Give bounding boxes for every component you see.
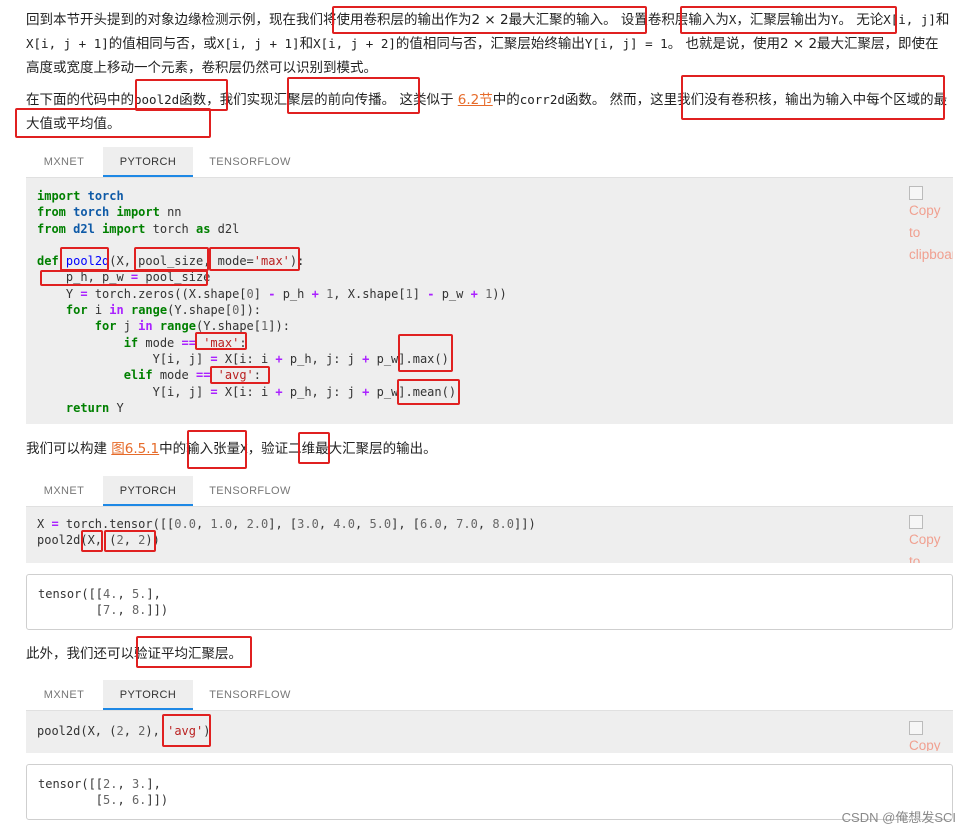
- code-pool2d: import torch from torch import nn from d…: [37, 189, 507, 415]
- copy-button[interactable]: Copy to clipboard: [909, 721, 953, 751]
- broken-image-icon: [909, 515, 923, 529]
- tab-tensorflow[interactable]: TENSORFLOW: [202, 147, 298, 177]
- link-figure-6-5-1[interactable]: 图6.5.1: [111, 441, 159, 457]
- copy-button[interactable]: Copy to clipboard: [909, 186, 953, 266]
- framework-tabs-2: MXNET PYTORCH TENSORFLOW: [26, 476, 953, 507]
- tab-tensorflow[interactable]: TENSORFLOW: [202, 680, 298, 710]
- output-block-max: tensor([[4., 5.], [7., 8.]]): [26, 574, 953, 630]
- link-section-6-2[interactable]: 6.2节: [458, 92, 493, 108]
- paragraph-avg-pool: 此外，我们还可以验证平均汇聚层。: [26, 646, 242, 662]
- code-tensor-input: X = torch.tensor([[0.0, 1.0, 2.0], [3.0,…: [37, 517, 536, 548]
- tab-tensorflow[interactable]: TENSORFLOW: [202, 476, 298, 506]
- code-block-tensor-input[interactable]: X = torch.tensor([[0.0, 1.0, 2.0], [3.0,…: [26, 507, 953, 563]
- code-block-pool2d[interactable]: import torch from torch import nn from d…: [26, 178, 953, 424]
- code-avg: pool2d(X, (2, 2), 'avg'): [37, 724, 211, 738]
- output-block-avg: tensor([[2., 3.], [5., 6.]]): [26, 764, 953, 820]
- output-max: tensor([[4., 5.], [7., 8.]]): [38, 587, 169, 618]
- tab-pytorch[interactable]: PYTORCH: [103, 476, 193, 506]
- framework-tabs-1: MXNET PYTORCH TENSORFLOW: [26, 147, 953, 178]
- paragraph-input-tensor: 我们可以构建 图6.5.1中的输入张量X，验证二维最大汇聚层的输出。: [26, 441, 437, 457]
- code-block-avg[interactable]: pool2d(X, (2, 2), 'avg') Copy to clipboa…: [26, 711, 953, 753]
- output-avg: tensor([[2., 3.], [5., 6.]]): [38, 777, 169, 808]
- watermark: CSDN @俺想发SCI: [841, 810, 956, 825]
- broken-image-icon: [909, 721, 923, 735]
- tab-mxnet[interactable]: MXNET: [26, 680, 102, 710]
- broken-image-icon: [909, 186, 923, 200]
- tab-pytorch[interactable]: PYTORCH: [103, 147, 193, 177]
- paragraph-edge-detection: 回到本节开头提到的对象边缘检测示例，现在我们将使用卷积层的输出作为2 × 2最大…: [26, 12, 950, 76]
- tab-mxnet[interactable]: MXNET: [26, 476, 102, 506]
- paragraph-pool2d-intro: 在下面的代码中的pool2d函数，我们实现汇聚层的前向传播。 这类似于 6.2节…: [26, 92, 948, 132]
- tab-mxnet[interactable]: MXNET: [26, 147, 102, 177]
- tab-pytorch[interactable]: PYTORCH: [103, 680, 193, 710]
- copy-button[interactable]: Copy to clipboard: [909, 515, 953, 563]
- framework-tabs-3: MXNET PYTORCH TENSORFLOW: [26, 680, 953, 711]
